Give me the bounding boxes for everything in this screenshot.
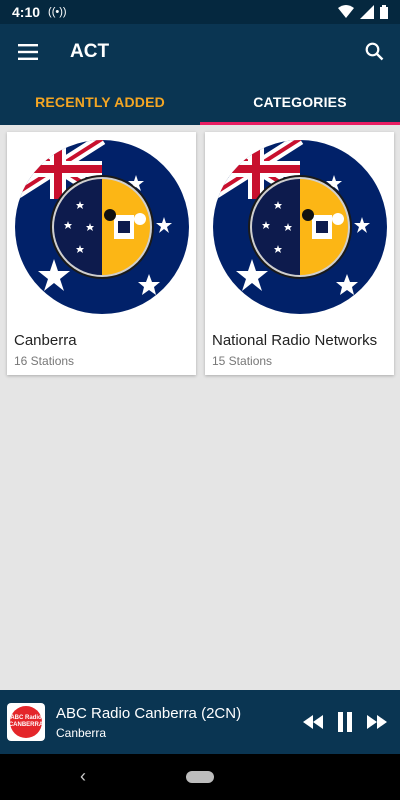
pause-button[interactable] — [332, 707, 358, 737]
category-name: National Radio Networks — [212, 332, 378, 349]
act-flag-icon — [205, 132, 394, 322]
category-count: 15 Stations — [212, 354, 273, 368]
category-card-national[interactable]: National Radio Networks 15 Stations — [205, 132, 394, 375]
tab-recently-added[interactable]: RECENTLY ADDED — [0, 79, 200, 125]
abc-radio-logo: ABC Radio CANBERRA — [8, 706, 44, 738]
fast-forward-button[interactable] — [364, 707, 390, 737]
status-time: 4:10 — [12, 4, 41, 20]
cast-icon: ((•)) — [48, 6, 67, 18]
status-bar: 4:10 ((•)) — [0, 0, 400, 24]
back-icon[interactable]: ‹ — [80, 766, 86, 787]
logo-line-1: ABC Radio — [10, 715, 42, 721]
rewind-button[interactable] — [300, 707, 326, 737]
search-icon — [365, 42, 383, 61]
wifi-icon — [338, 5, 354, 18]
station-logo: ABC Radio CANBERRA — [7, 703, 45, 741]
search-button[interactable] — [348, 24, 400, 79]
now-playing-info[interactable]: ABC Radio Canberra (2CN) Canberra — [56, 705, 300, 740]
mini-player[interactable]: ABC Radio CANBERRA ABC Radio Canberra (2… — [0, 690, 400, 754]
signal-icon — [360, 5, 374, 19]
now-playing-subtitle: Canberra — [56, 725, 107, 740]
app-bar: ACT — [0, 24, 400, 79]
tab-bar: RECENTLY ADDED CATEGORIES — [0, 79, 400, 125]
fast-forward-icon — [367, 715, 387, 729]
category-card-canberra[interactable]: Canberra 16 Stations — [7, 132, 196, 375]
home-pill[interactable] — [186, 771, 214, 783]
now-playing-title: ABC Radio Canberra (2CN) — [56, 704, 242, 722]
player-controls — [300, 707, 390, 737]
category-grid: Canberra 16 Stations National Radio Netw… — [0, 125, 400, 690]
logo-line-2: CANBERRA — [8, 722, 44, 728]
status-icons — [338, 5, 388, 19]
tab-categories[interactable]: CATEGORIES — [200, 79, 400, 125]
menu-button[interactable] — [0, 24, 56, 79]
category-name: Canberra — [14, 332, 77, 349]
hamburger-icon — [18, 43, 38, 60]
system-nav-bar: ‹ — [0, 754, 400, 800]
pause-icon — [338, 712, 352, 732]
act-flag-icon — [7, 132, 196, 322]
rewind-icon — [303, 715, 323, 729]
page-title: ACT — [70, 40, 110, 62]
battery-icon — [380, 5, 388, 19]
category-count: 16 Stations — [14, 354, 75, 368]
